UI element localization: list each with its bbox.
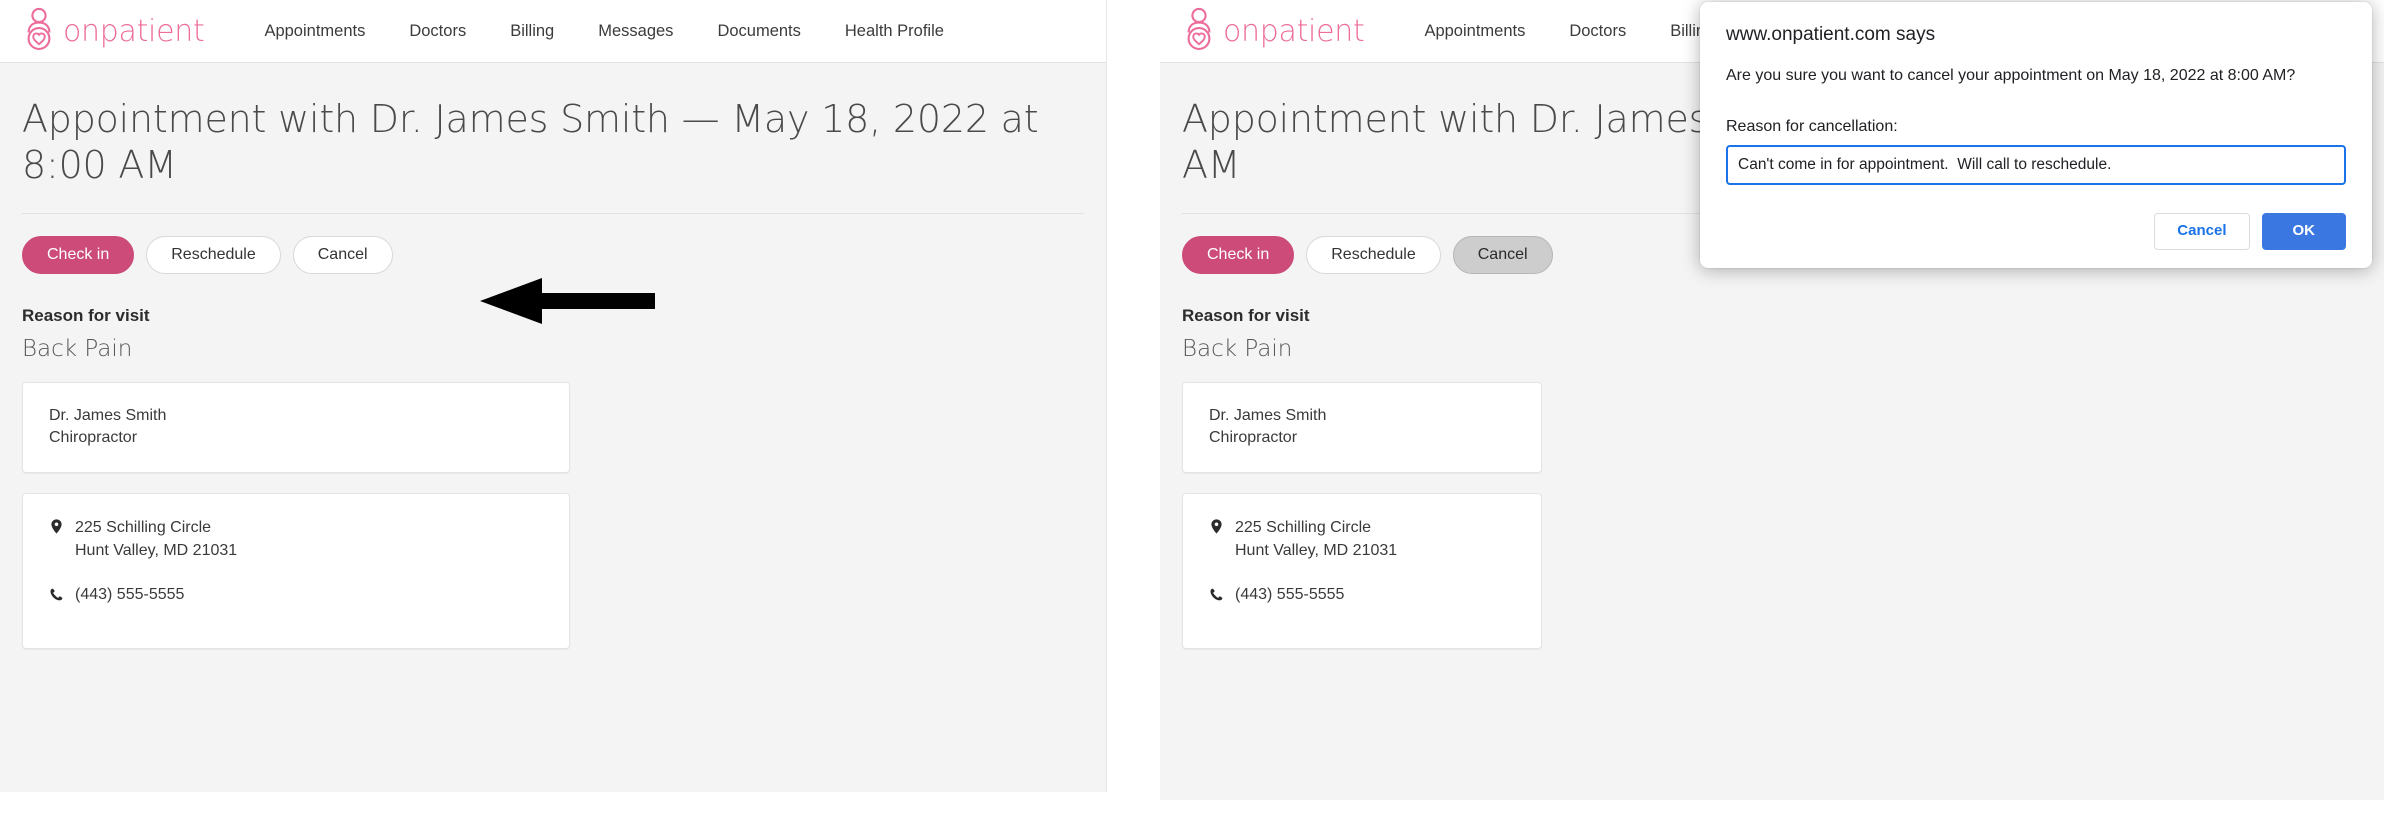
nav-item-messages[interactable]: Messages <box>576 22 695 41</box>
address-row: 225 Schilling Circle Hunt Valley, MD 210… <box>49 516 543 562</box>
appointment-action-buttons: Check in Reschedule Cancel <box>22 235 1084 274</box>
reschedule-button[interactable]: Reschedule <box>146 235 281 274</box>
map-pin-icon <box>1209 516 1223 541</box>
nav-item-doctors[interactable]: Doctors <box>387 22 488 41</box>
phone-row: (443) 555-5555 <box>49 583 543 608</box>
provider-name-2: Dr. James Smith <box>1209 406 1327 424</box>
top-navigation-bar: onpatient Appointments Doctors Billing M… <box>0 0 1106 63</box>
dialog-button-row: Cancel OK <box>1726 213 2346 250</box>
nav-item-health-profile[interactable]: Health Profile <box>823 22 966 41</box>
cancel-appointment-button-2[interactable]: Cancel <box>1452 235 1553 274</box>
browser-confirm-dialog: www.onpatient.com says Are you sure you … <box>1700 2 2372 268</box>
check-in-button[interactable]: Check in <box>22 235 135 274</box>
location-card: 225 Schilling Circle Hunt Valley, MD 210… <box>22 493 570 649</box>
dialog-origin-title: www.onpatient.com says <box>1726 24 1936 45</box>
phone-row-2: (443) 555-5555 <box>1209 583 1515 608</box>
nav-links: Appointments Doctors Billing Messages Do… <box>242 22 966 41</box>
phone-icon <box>1209 583 1223 608</box>
title-divider <box>22 212 1084 214</box>
address-line-2: Hunt Valley, MD 21031 <box>75 542 238 560</box>
reschedule-button-2[interactable]: Reschedule <box>1306 235 1441 274</box>
page-title: Appointment with Dr. James Smith — May 1… <box>22 97 1039 188</box>
dialog-input-label: Reason for cancellation: <box>1726 118 1898 136</box>
nav-item-documents[interactable]: Documents <box>695 22 822 41</box>
address-line-2-2: Hunt Valley, MD 21031 <box>1235 542 1398 560</box>
dialog-message: Are you sure you want to cancel your app… <box>1726 67 2296 84</box>
dialog-ok-button[interactable]: OK <box>2261 213 2346 250</box>
map-pin-icon <box>49 516 63 541</box>
nav-item-appointments-2[interactable]: Appointments <box>1402 22 1547 41</box>
brand-name: onpatient <box>63 13 205 49</box>
phone-number: (443) 555-5555 <box>75 585 185 603</box>
phone-icon <box>49 583 63 608</box>
reason-for-visit-value-2: Back Pain <box>1182 335 1293 362</box>
provider-specialty-2: Chiropractor <box>1209 429 1298 447</box>
dialog-cancel-button[interactable]: Cancel <box>2154 213 2250 250</box>
provider-card: Dr. James Smith Chiropractor <box>22 381 570 474</box>
address-line-1: 225 Schilling Circle <box>75 519 212 537</box>
browser-pane-before: onpatient Appointments Doctors Billing M… <box>0 0 1107 792</box>
address-row-2: 225 Schilling Circle Hunt Valley, MD 210… <box>1209 516 1515 562</box>
reason-for-visit-heading-2: Reason for visit <box>1182 305 1310 325</box>
brand-logo-2[interactable]: onpatient <box>1182 7 1365 56</box>
provider-specialty: Chiropractor <box>49 429 138 447</box>
nav-item-doctors-2[interactable]: Doctors <box>1547 22 1648 41</box>
provider-name: Dr. James Smith <box>49 406 167 424</box>
phone-number-2: (443) 555-5555 <box>1235 585 1345 603</box>
screenshot-root: onpatient Appointments Doctors Billing M… <box>0 0 2384 824</box>
nav-item-appointments[interactable]: Appointments <box>242 22 387 41</box>
location-card-2: 225 Schilling Circle Hunt Valley, MD 210… <box>1182 493 1542 649</box>
brand-logo[interactable]: onpatient <box>22 7 205 56</box>
provider-card-2: Dr. James Smith Chiropractor <box>1182 381 1542 474</box>
brand-name-2: onpatient <box>1223 13 1365 49</box>
person-heart-logo-icon <box>22 7 56 56</box>
nav-item-billing[interactable]: Billing <box>488 22 576 41</box>
check-in-button-2[interactable]: Check in <box>1182 235 1295 274</box>
cancel-appointment-button[interactable]: Cancel <box>292 235 393 274</box>
address-text: 225 Schilling Circle Hunt Valley, MD 210… <box>75 516 237 562</box>
reason-for-visit-value: Back Pain <box>22 335 133 362</box>
cancellation-reason-input[interactable] <box>1726 145 2346 186</box>
person-heart-logo-icon <box>1182 7 1216 56</box>
address-line-1-2: 225 Schilling Circle <box>1235 519 1372 537</box>
address-text-2: 225 Schilling Circle Hunt Valley, MD 210… <box>1235 516 1397 562</box>
reason-for-visit-heading: Reason for visit <box>22 305 150 325</box>
